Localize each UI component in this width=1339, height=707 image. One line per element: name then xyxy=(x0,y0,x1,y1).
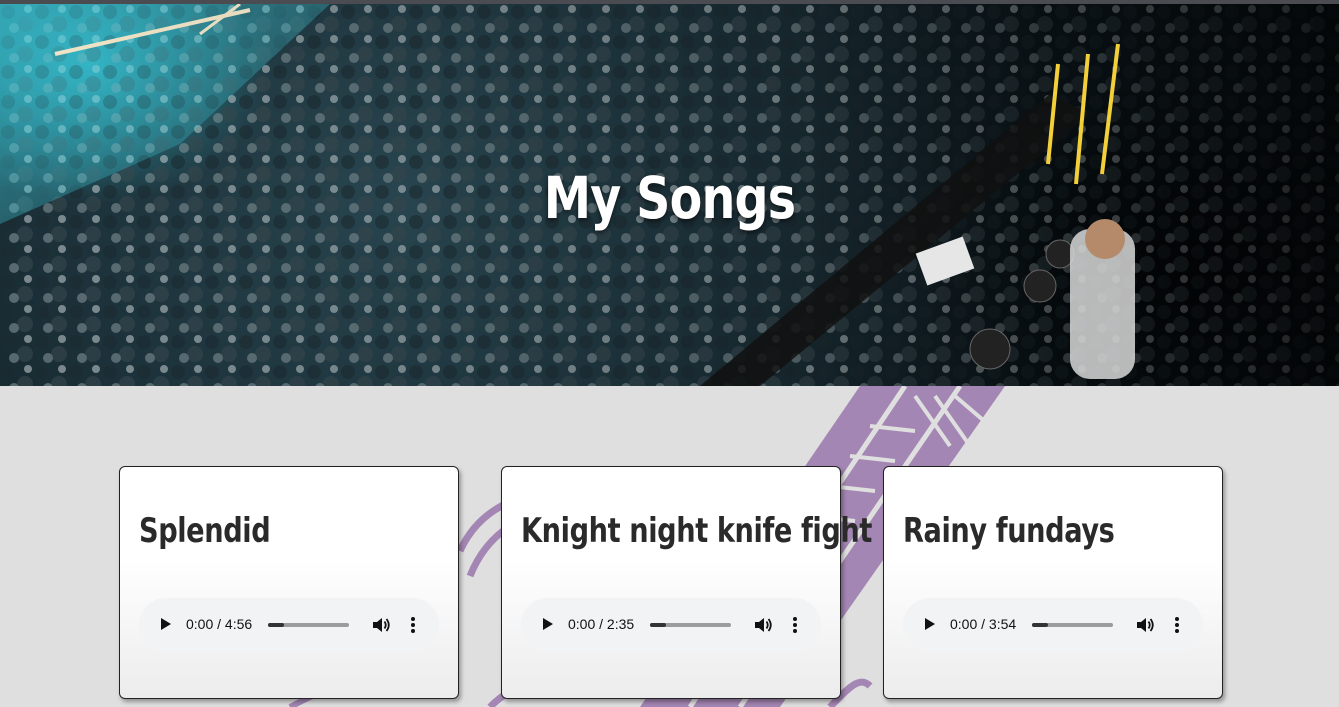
more-vertical-icon[interactable] xyxy=(1171,615,1183,635)
song-title: Splendid xyxy=(139,511,271,551)
play-icon[interactable] xyxy=(543,618,553,630)
volume-icon[interactable] xyxy=(371,615,391,635)
time-display: 0:00 / 2:35 xyxy=(568,616,635,632)
seek-bar[interactable] xyxy=(1032,623,1113,627)
hero-banner: My Songs xyxy=(0,4,1339,386)
seek-progress xyxy=(650,623,667,627)
play-icon[interactable] xyxy=(925,618,935,630)
song-card: Knight night knife fight 0:00 / 2:35 xyxy=(501,466,872,699)
song-title: Rainy fundays xyxy=(903,511,1115,551)
more-vertical-icon[interactable] xyxy=(789,615,801,635)
audio-player[interactable]: 0:00 / 4:56 xyxy=(139,598,439,652)
volume-icon[interactable] xyxy=(753,615,773,635)
play-icon[interactable] xyxy=(161,618,171,630)
seek-progress xyxy=(1032,623,1049,627)
song-card: Splendid 0:00 / 4:56 xyxy=(119,466,459,699)
song-title: Knight night knife fight xyxy=(521,511,872,551)
audio-player[interactable]: 0:00 / 3:54 xyxy=(903,598,1203,652)
audio-player[interactable]: 0:00 / 2:35 xyxy=(521,598,821,652)
seek-progress xyxy=(268,623,285,627)
more-vertical-icon[interactable] xyxy=(407,615,419,635)
page-title: My Songs xyxy=(543,164,796,232)
seek-bar[interactable] xyxy=(650,623,731,627)
song-card: Rainy fundays 0:00 / 3:54 xyxy=(883,466,1223,699)
time-display: 0:00 / 4:56 xyxy=(186,616,253,632)
volume-icon[interactable] xyxy=(1135,615,1155,635)
seek-bar[interactable] xyxy=(268,623,349,627)
time-display: 0:00 / 3:54 xyxy=(950,616,1017,632)
